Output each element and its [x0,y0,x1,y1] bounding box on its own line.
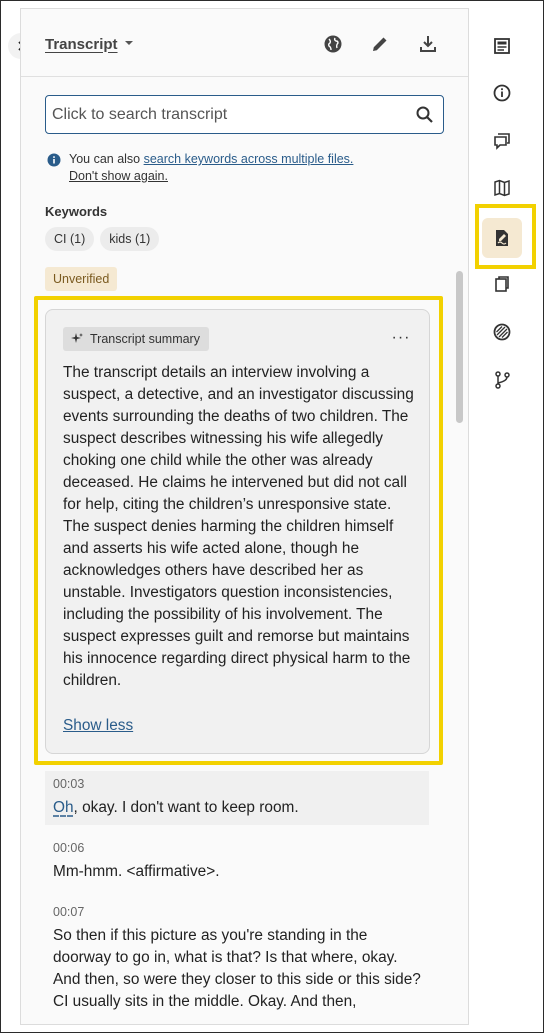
status-badge: Unverified [45,267,118,291]
show-less-link[interactable]: Show less [63,717,133,735]
document-icon[interactable] [488,32,516,60]
download-icon[interactable] [417,33,439,55]
globe-icon[interactable] [322,33,344,55]
summary-tag-label: Transcript summary [90,332,200,346]
sparkle-icon [71,333,83,343]
keyword-chip[interactable]: kids (1) [100,227,160,251]
info-icon[interactable] [488,79,516,107]
transcript-summary-card: Transcript summary ··· The transcript de… [45,309,430,754]
summary-edit-icon[interactable] [482,218,522,258]
search-icon[interactable] [415,105,435,125]
transcript-segment[interactable]: 00:03 Oh, okay. I don't want to keep roo… [45,771,429,825]
pencil-icon[interactable] [369,33,391,55]
search-input[interactable] [52,96,402,133]
comments-icon[interactable] [488,127,516,155]
search-multiple-files-link[interactable]: search keywords across multiple files. [144,152,354,166]
info-prefix: You can also [69,152,144,166]
segment-timestamp: 00:07 [53,905,85,919]
keywords-label: Keywords [45,204,108,219]
transcript-panel: Transcript You can also search keywords … [20,8,469,1025]
transcript-dropdown[interactable]: Transcript [45,35,134,53]
caret-down-icon [124,35,134,53]
summary-tag: Transcript summary [63,327,209,351]
copy-icon[interactable] [488,270,516,298]
segment-text: Oh, okay. I don't want to keep room. [53,799,299,816]
segment-text: Mm-hmm. <affirmative>. [53,863,220,880]
info-icon [47,153,61,167]
keyword-chips: CI (1) kids (1) [45,227,160,251]
segment-timestamp: 00:06 [53,841,85,855]
segment-text: So then if this picture as you're standi… [53,927,421,1010]
transcript-segment[interactable]: 00:07 So then if this picture as you're … [45,899,429,1019]
search-box [45,95,444,134]
map-icon[interactable] [488,174,516,202]
summary-text: The transcript details an interview invo… [63,364,414,689]
right-tool-rail [469,8,536,1025]
dont-show-again-link[interactable]: Don't show again. [69,169,168,183]
panel-title: Transcript [45,35,118,53]
redact-icon[interactable] [488,318,516,346]
transcript-segment[interactable]: 00:06 Mm-hmm. <affirmative>. [45,835,429,889]
segment-timestamp: 00:03 [53,777,85,791]
branch-icon[interactable] [488,366,516,394]
panel-header: Transcript [21,9,468,77]
keyword-chip[interactable]: CI (1) [45,227,95,251]
more-options-button[interactable]: ··· [391,329,411,346]
scrollbar-thumb[interactable] [456,271,463,423]
flagged-word[interactable]: Oh [53,799,74,816]
